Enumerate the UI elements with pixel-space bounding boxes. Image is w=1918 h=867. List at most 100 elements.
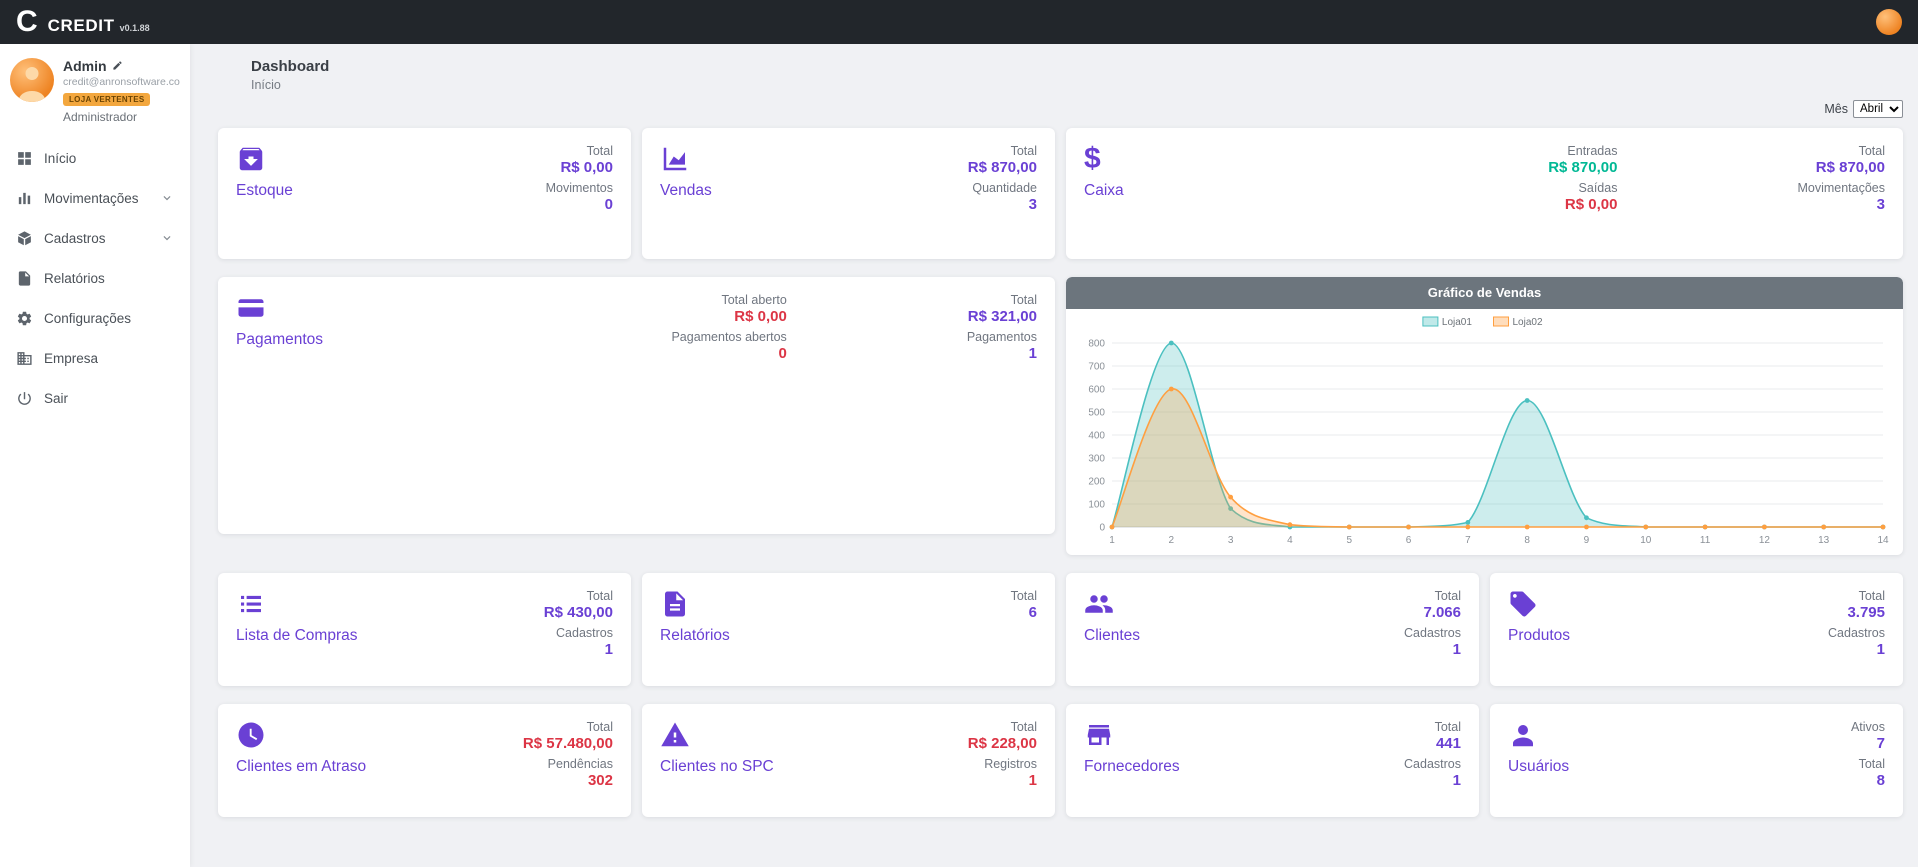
edit-profile-icon[interactable] [112, 58, 123, 74]
app-logo-icon: C [16, 0, 38, 44]
stat-value: 6 [1011, 604, 1037, 621]
stat-value: 1 [1404, 772, 1461, 789]
card-caixa: $ Caixa Entradas R$ 870,00 Saídas R$ 0,0… [1066, 128, 1903, 259]
topbar-avatar-button[interactable] [1876, 9, 1902, 35]
user-avatar [10, 58, 54, 102]
sidebar-item-label: Início [44, 151, 76, 166]
lista-de-compras-link[interactable]: Lista de Compras [236, 627, 357, 645]
stat-value: 3.795 [1828, 604, 1885, 621]
sidebar-menu: Início Movimentações Cadastros Relatório… [10, 138, 180, 418]
stat-value: R$ 0,00 [1548, 196, 1617, 213]
grid-icon [16, 150, 33, 167]
stat-label: Cadastros [1404, 626, 1461, 640]
app-name: CREDIT [48, 16, 115, 36]
card-clientes-no-spc: Clientes no SPC Total R$ 228,00 Registro… [642, 704, 1055, 817]
dollar-icon: $ [1084, 144, 1101, 174]
app-brand[interactable]: C CREDIT v0.1.88 [16, 0, 150, 44]
sidebar-item-cadastros[interactable]: Cadastros [10, 218, 180, 258]
svg-text:14: 14 [1877, 535, 1889, 546]
svg-text:Loja01: Loja01 [1442, 317, 1472, 328]
sidebar-item-label: Configurações [44, 311, 131, 326]
stat-value: R$ 870,00 [968, 159, 1037, 176]
gear-icon [16, 310, 33, 327]
breadcrumb[interactable]: Início [251, 78, 1903, 92]
clientes-link[interactable]: Clientes [1084, 627, 1140, 645]
card-relatorios: Relatórios Total 6 [642, 573, 1055, 686]
clientes-no-spc-link[interactable]: Clientes no SPC [660, 758, 774, 776]
sidebar-item-label: Empresa [44, 351, 98, 366]
stat-label: Movimentos [546, 181, 613, 195]
sidebar-item-empresa[interactable]: Empresa [10, 338, 180, 378]
stat-label: Pendências [523, 757, 613, 771]
sidebar-item-relatorios[interactable]: Relatórios [10, 258, 180, 298]
stat-label: Total [968, 144, 1037, 158]
tag-icon [1508, 589, 1538, 619]
caixa-link[interactable]: Caixa [1084, 182, 1124, 200]
svg-text:600: 600 [1088, 385, 1105, 396]
card-vendas: Vendas Total R$ 870,00 Quantidade 3 [642, 128, 1055, 259]
building-icon [16, 350, 33, 367]
fornecedores-link[interactable]: Fornecedores [1084, 758, 1180, 776]
stat-label: Total [1011, 589, 1037, 603]
stat-value: 302 [523, 772, 613, 789]
stat-label: Pagamentos [967, 330, 1037, 344]
card-grafico-vendas: Gráfico de Vendas 0100200300400500600700… [1066, 277, 1903, 555]
user-icon [1508, 720, 1538, 750]
stat-value: R$ 870,00 [1797, 159, 1885, 176]
month-select[interactable]: Abril [1853, 100, 1903, 118]
svg-text:8: 8 [1524, 535, 1530, 546]
sidebar-item-label: Cadastros [44, 231, 106, 246]
sidebar-item-configuracoes[interactable]: Configurações [10, 298, 180, 338]
stat-value: R$ 228,00 [968, 735, 1037, 752]
stat-value: R$ 57.480,00 [523, 735, 613, 752]
store-icon [1084, 720, 1114, 750]
stat-label: Total [1851, 757, 1885, 771]
card-lista-de-compras: Lista de Compras Total R$ 430,00 Cadastr… [218, 573, 631, 686]
sidebar-item-sair[interactable]: Sair [10, 378, 180, 418]
stat-label: Total [1797, 144, 1885, 158]
svg-text:4: 4 [1287, 535, 1293, 546]
stat-label: Total [1828, 589, 1885, 603]
stat-label: Cadastros [1828, 626, 1885, 640]
user-email: credit@anronsoftware.co... [63, 76, 180, 88]
stat-label: Total [544, 589, 613, 603]
usuarios-link[interactable]: Usuários [1508, 758, 1569, 776]
stat-label: Movimentações [1797, 181, 1885, 195]
stat-label: Total [968, 720, 1037, 734]
sidebar-item-label: Movimentações [44, 191, 139, 206]
vendas-link[interactable]: Vendas [660, 182, 712, 200]
stat-label: Total [1404, 720, 1461, 734]
document-icon [660, 589, 690, 619]
estoque-link[interactable]: Estoque [236, 182, 293, 200]
svg-text:300: 300 [1088, 454, 1105, 465]
card-clientes: Clientes Total 7.066 Cadastros 1 [1066, 573, 1479, 686]
stat-value: 7.066 [1404, 604, 1461, 621]
relatorios-link[interactable]: Relatórios [660, 627, 730, 645]
stat-label: Total [967, 293, 1037, 307]
stat-label: Cadastros [1404, 757, 1461, 771]
stat-value: 1 [968, 772, 1037, 789]
produtos-link[interactable]: Produtos [1508, 627, 1570, 645]
svg-text:Loja02: Loja02 [1513, 317, 1543, 328]
clientes-em-atraso-link[interactable]: Clientes em Atraso [236, 758, 366, 776]
svg-text:800: 800 [1088, 339, 1105, 350]
card-usuarios: Usuários Ativos 7 Total 8 [1490, 704, 1903, 817]
stat-value: 1 [544, 641, 613, 658]
stat-value: 8 [1851, 772, 1885, 789]
stat-value: 1 [1828, 641, 1885, 658]
sidebar-item-movimentacoes[interactable]: Movimentações [10, 178, 180, 218]
stat-value: R$ 0,00 [546, 159, 613, 176]
topbar: C CREDIT v0.1.88 [0, 0, 1918, 44]
stat-label: Quantidade [968, 181, 1037, 195]
chevron-down-icon [160, 231, 174, 245]
sidebar-item-inicio[interactable]: Início [10, 138, 180, 178]
clock-icon [236, 720, 266, 750]
stat-label: Total [546, 144, 613, 158]
stat-label: Cadastros [544, 626, 613, 640]
pagamentos-link[interactable]: Pagamentos [236, 331, 323, 349]
stat-value: R$ 430,00 [544, 604, 613, 621]
svg-text:9: 9 [1584, 535, 1590, 546]
stat-label: Saídas [1548, 181, 1617, 195]
user-role: Administrador [63, 110, 180, 124]
stat-value: 3 [968, 196, 1037, 213]
